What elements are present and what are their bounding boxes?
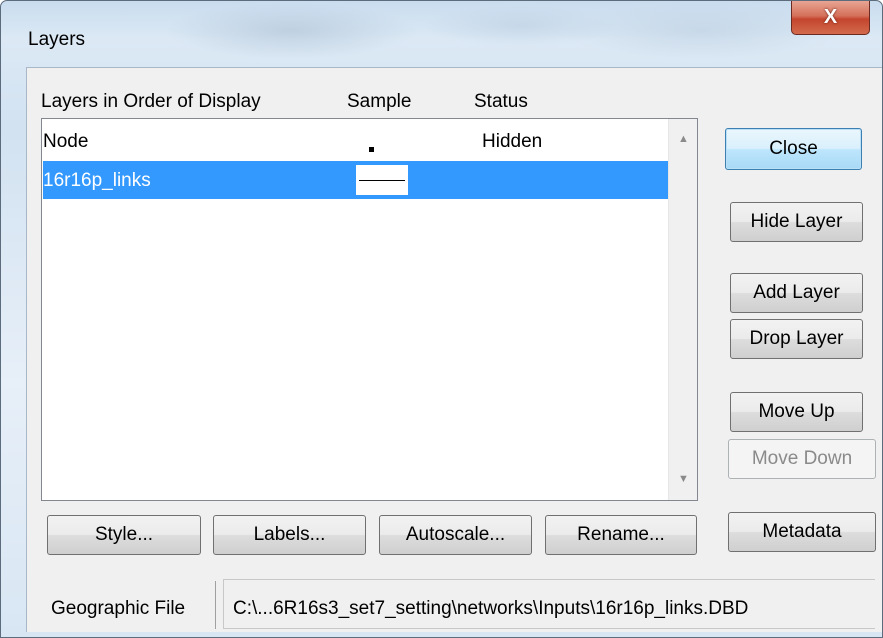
drop-layer-button[interactable]: Drop Layer xyxy=(730,319,863,359)
layer-status: Hidden xyxy=(482,131,543,152)
scroll-up-icon[interactable]: ▲ xyxy=(678,133,689,145)
autoscale-button[interactable]: Autoscale... xyxy=(379,515,532,555)
geographic-file-path: C:\...6R16s3_set7_setting\networks\Input… xyxy=(233,598,749,619)
rename-button[interactable]: Rename... xyxy=(545,515,697,555)
layer-name: 16r16p_links xyxy=(43,170,151,191)
point-sample-icon xyxy=(369,147,374,152)
window-title: Layers xyxy=(28,29,86,50)
layer-row-node[interactable]: Node Hidden xyxy=(43,122,669,160)
close-button[interactable]: Close xyxy=(725,128,862,170)
column-header-sample: Sample xyxy=(347,91,412,112)
metadata-button[interactable]: Metadata xyxy=(728,512,876,552)
hide-layer-button[interactable]: Hide Layer xyxy=(730,202,863,242)
layer-row-16r16p-links[interactable]: 16r16p_links xyxy=(43,161,669,199)
labels-button[interactable]: Labels... xyxy=(213,515,366,555)
layer-name: Node xyxy=(43,131,89,152)
layers-listbox[interactable]: Node Hidden 16r16p_links ▲ ▼ xyxy=(41,118,698,501)
column-header-status: Status xyxy=(474,91,528,112)
line-sample-icon xyxy=(355,164,409,196)
layers-dialog: Layers X Layers in Order of Display Samp… xyxy=(0,0,883,638)
geographic-file-label: Geographic File xyxy=(51,598,186,619)
window-close-icon[interactable]: X xyxy=(791,1,870,35)
footer-divider xyxy=(215,581,216,629)
move-up-button[interactable]: Move Up xyxy=(730,392,863,432)
column-header-layers: Layers in Order of Display xyxy=(41,91,261,112)
style-button[interactable]: Style... xyxy=(47,515,201,555)
list-scrollbar[interactable]: ▲ ▼ xyxy=(668,119,697,500)
add-layer-button[interactable]: Add Layer xyxy=(730,273,863,313)
scroll-down-icon[interactable]: ▼ xyxy=(678,473,689,485)
move-down-button[interactable]: Move Down xyxy=(728,439,876,479)
